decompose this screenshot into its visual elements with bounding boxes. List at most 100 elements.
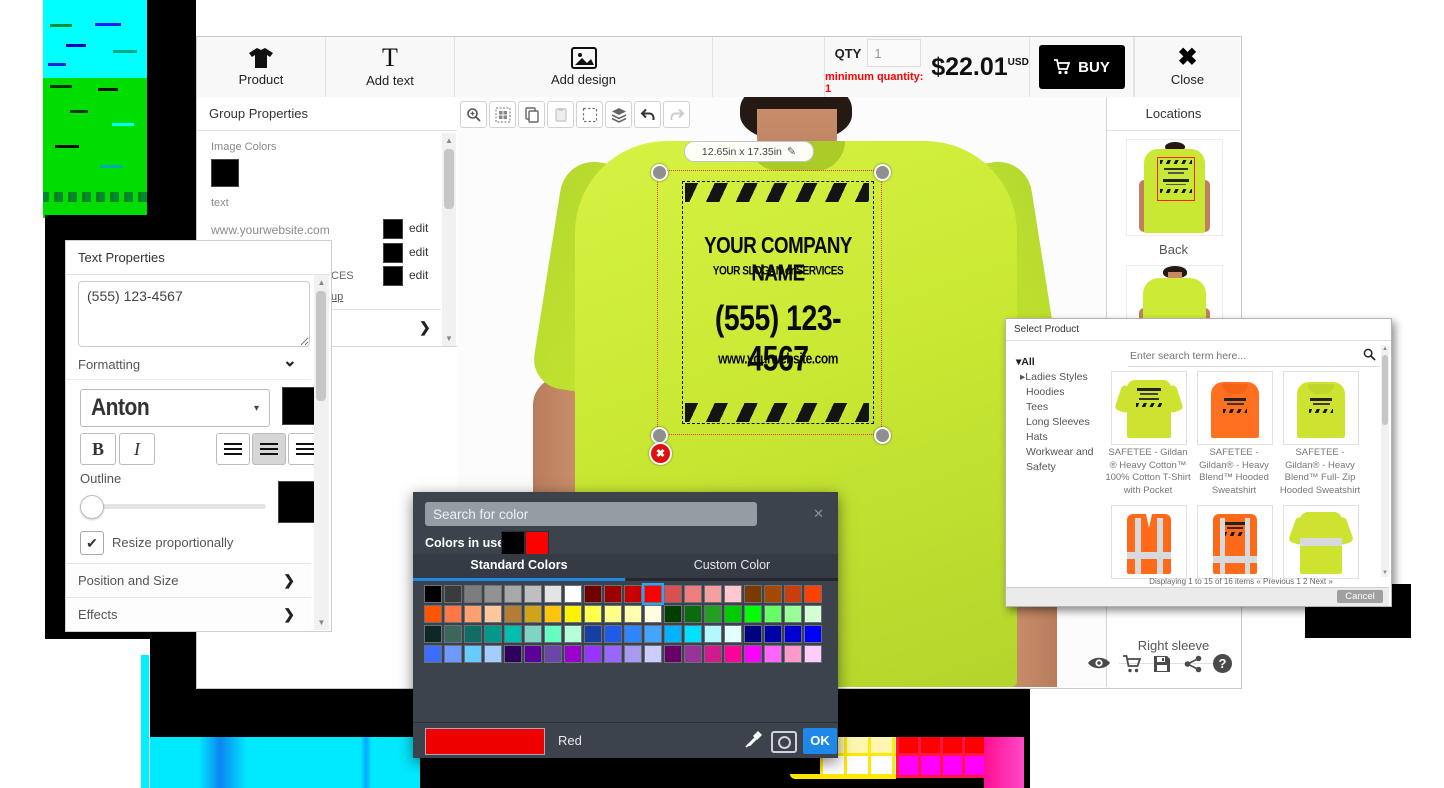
align-left-button[interactable]	[216, 433, 250, 465]
product-card[interactable]	[1197, 371, 1273, 445]
in-use-color-swatch[interactable]	[525, 531, 549, 555]
product-name[interactable]: SAFETEE - Gildan ® Heavy Cotton™ 100% Co…	[1105, 447, 1191, 497]
cart-action-button[interactable]	[1122, 655, 1142, 678]
buy-button[interactable]: BUY	[1039, 45, 1125, 89]
color-swatch[interactable]	[784, 625, 802, 643]
color-swatch[interactable]	[664, 645, 682, 663]
color-swatch[interactable]	[464, 625, 482, 643]
tab-standard-colors[interactable]: Standard Colors	[413, 558, 625, 578]
color-swatch[interactable]	[644, 625, 662, 643]
color-swatch[interactable]	[564, 585, 582, 603]
edit-dimensions-icon[interactable]: ✎	[787, 145, 796, 158]
color-swatch[interactable]	[624, 605, 642, 623]
layers-button[interactable]	[605, 101, 632, 128]
color-swatch[interactable]	[484, 585, 502, 603]
color-swatch[interactable]	[664, 585, 682, 603]
product-card[interactable]	[1111, 505, 1187, 579]
layer-color-swatch[interactable]	[383, 266, 403, 286]
formatting-header[interactable]: Formatting ⌄	[66, 349, 311, 380]
color-swatch[interactable]	[764, 645, 782, 663]
color-search-input[interactable]	[425, 502, 757, 526]
color-swatch[interactable]	[584, 605, 602, 623]
paste-button[interactable]	[547, 101, 574, 128]
position-size-row[interactable]: Position and Size ❯	[66, 563, 311, 598]
share-button[interactable]	[1184, 655, 1202, 678]
color-swatch[interactable]	[564, 605, 582, 623]
group-expand-chevron[interactable]: ❯	[419, 319, 431, 336]
color-swatch[interactable]	[804, 585, 822, 603]
color-swatch[interactable]	[644, 645, 662, 663]
color-swatch[interactable]	[684, 585, 702, 603]
color-swatch[interactable]	[584, 645, 602, 663]
font-select[interactable]: Anton ▾	[80, 389, 270, 427]
color-swatch[interactable]	[764, 625, 782, 643]
color-swatch[interactable]	[744, 605, 762, 623]
color-swatch[interactable]	[424, 625, 442, 643]
color-swatch[interactable]	[504, 585, 522, 603]
product-search-input[interactable]	[1128, 345, 1358, 366]
eyedropper-icon[interactable]	[745, 730, 763, 748]
color-swatch[interactable]	[624, 625, 642, 643]
zoom-tool-button[interactable]	[460, 101, 487, 128]
color-swatch[interactable]	[704, 625, 722, 643]
color-swatch[interactable]	[544, 645, 562, 663]
color-swatch[interactable]	[524, 645, 542, 663]
color-swatch[interactable]	[464, 585, 482, 603]
layer-color-swatch[interactable]	[383, 219, 403, 239]
color-swatch[interactable]	[644, 605, 662, 623]
color-swatch[interactable]	[664, 605, 682, 623]
in-use-color-swatch[interactable]	[501, 531, 525, 555]
color-swatch[interactable]	[544, 605, 562, 623]
marquee-button[interactable]	[576, 101, 603, 128]
undo-button[interactable]	[634, 101, 661, 128]
design-group[interactable]: YOUR COMPANY NAME YOUR SLOGAN or SERVICE…	[682, 181, 874, 424]
color-swatch[interactable]	[684, 625, 702, 643]
color-swatch[interactable]	[724, 605, 742, 623]
group-panel-scrollbar[interactable]: ▲ ▼	[442, 133, 456, 346]
dimension-pill[interactable]: 12.65in x 17.35in ✎	[684, 141, 814, 162]
text-content-input[interactable]: (555) 123-4567	[78, 281, 310, 347]
color-swatch[interactable]	[544, 585, 562, 603]
layer-edit-link[interactable]: edit	[409, 268, 428, 282]
color-swatch[interactable]	[744, 625, 762, 643]
color-swatch[interactable]	[764, 585, 782, 603]
picker-close-icon[interactable]: ✕	[813, 506, 824, 522]
color-swatch[interactable]	[604, 645, 622, 663]
color-swatch[interactable]	[464, 645, 482, 663]
color-swatch[interactable]	[564, 625, 582, 643]
help-button[interactable]: ?	[1213, 654, 1232, 673]
screen-color-icon[interactable]	[771, 731, 797, 753]
color-swatch[interactable]	[784, 605, 802, 623]
scroll-down-icon[interactable]: ▼	[314, 618, 329, 627]
product-card[interactable]	[1197, 505, 1273, 579]
color-swatch[interactable]	[664, 625, 682, 643]
color-swatch[interactable]	[604, 625, 622, 643]
product-card[interactable]	[1283, 505, 1359, 579]
delete-design-button[interactable]: ✖	[649, 442, 672, 465]
add-text-button[interactable]: T Add text	[326, 37, 455, 97]
close-button[interactable]: ✖ Close	[1134, 37, 1240, 97]
color-swatch[interactable]	[524, 605, 542, 623]
color-swatch[interactable]	[524, 585, 542, 603]
color-swatch[interactable]	[584, 625, 602, 643]
color-swatch[interactable]	[584, 585, 602, 603]
cancel-button[interactable]: Cancel	[1337, 590, 1383, 603]
scroll-thumb[interactable]	[316, 291, 326, 401]
redo-button[interactable]	[663, 101, 690, 128]
color-swatch[interactable]	[784, 585, 802, 603]
scroll-up-icon[interactable]: ▲	[1381, 346, 1389, 352]
effects-row[interactable]: Effects ❯	[66, 599, 311, 630]
color-swatch[interactable]	[564, 645, 582, 663]
layer-color-swatch[interactable]	[383, 243, 403, 263]
copy-button[interactable]	[518, 101, 545, 128]
color-swatch[interactable]	[604, 585, 622, 603]
color-swatch[interactable]	[424, 645, 442, 663]
product-name[interactable]: SAFETEE - Gildan® - Heavy Blend™ Full- Z…	[1277, 447, 1363, 497]
resize-handle-ne[interactable]	[874, 164, 891, 181]
location-back-thumbnail[interactable]	[1126, 139, 1223, 236]
color-swatch[interactable]	[504, 605, 522, 623]
select-all-button[interactable]	[489, 101, 516, 128]
color-swatch[interactable]	[684, 645, 702, 663]
color-swatch[interactable]	[424, 585, 442, 603]
save-button[interactable]	[1153, 655, 1171, 678]
